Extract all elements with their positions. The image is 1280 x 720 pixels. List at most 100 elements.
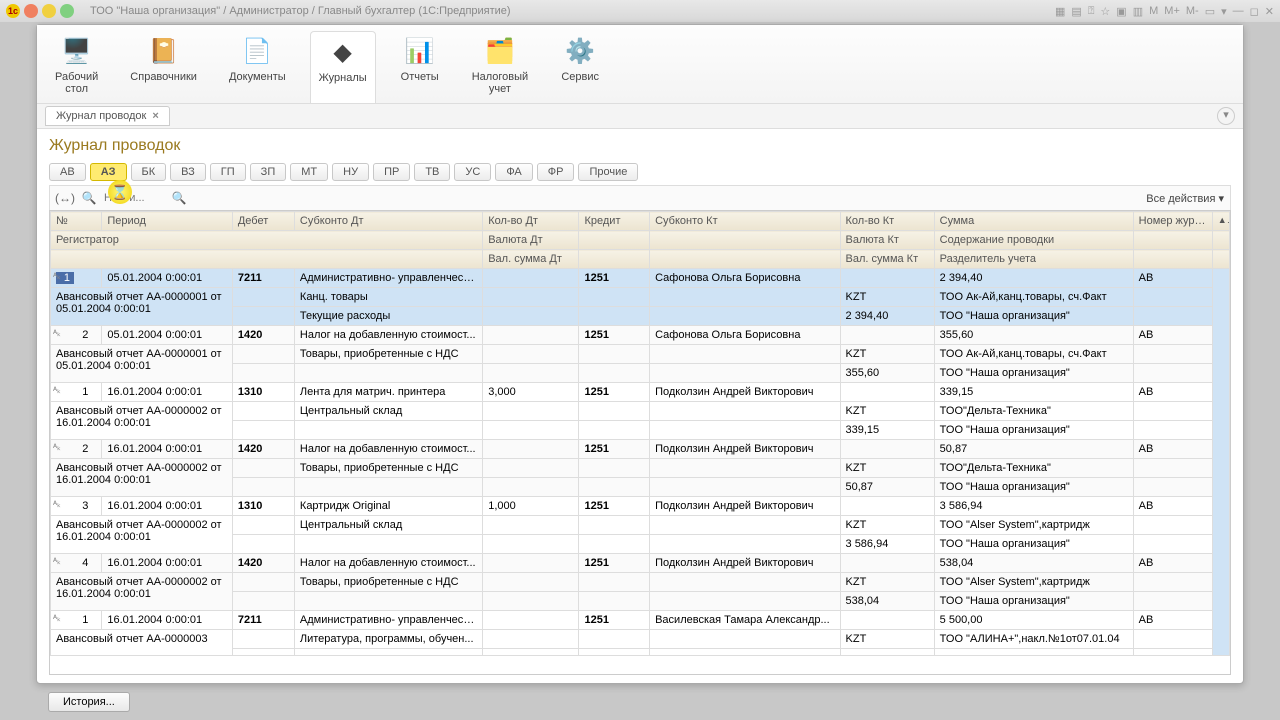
filter-pill[interactable]: ВЗ — [170, 163, 206, 181]
column-header[interactable]: Субконто Дт — [294, 212, 482, 231]
cell-registrator: Авансовый отчет АА-0000002 от 16.01.2004… — [51, 402, 233, 440]
ribbon-item[interactable]: 📊Отчеты — [392, 31, 448, 103]
column-header[interactable]: Субконто Кт — [650, 212, 840, 231]
ribbon-item[interactable]: ◆Журналы — [310, 31, 376, 103]
expand-icon[interactable]: (↔) — [56, 189, 74, 207]
minimize-icon[interactable]: — — [1233, 5, 1244, 17]
table-row[interactable]: Авансовый отчет АА-0000002 от 16.01.2004… — [51, 402, 1230, 421]
cell-sum: ТОО"Дельта-Техника" — [934, 459, 1133, 478]
tb-mminus[interactable]: M- — [1186, 5, 1199, 17]
tb-icon[interactable]: ▣ — [1116, 5, 1126, 18]
column-header[interactable]: Период — [102, 212, 233, 231]
table-row[interactable]: ᴬₖ2 05.01.2004 0:00:01 1420 Налог на доб… — [51, 326, 1230, 345]
filter-pill[interactable]: АВ — [49, 163, 86, 181]
all-actions-button[interactable]: Все действия ▾ — [1146, 192, 1224, 205]
table-row[interactable]: Авансовый отчет АА-0000003 Литература, п… — [51, 630, 1230, 649]
table-row[interactable]: Авансовый отчет АА-0000001 от 05.01.2004… — [51, 345, 1230, 364]
filter-pill[interactable]: ФР — [537, 163, 575, 181]
ribbon-item[interactable]: 🖥️Рабочийстол — [47, 31, 106, 103]
filter-pill[interactable]: ПР — [373, 163, 410, 181]
table-row[interactable]: Авансовый отчет АА-0000002 от 16.01.2004… — [51, 459, 1230, 478]
column-header[interactable]: Вал. сумма Кт — [840, 250, 934, 269]
column-header[interactable]: Валюта Дт — [483, 231, 579, 250]
column-header[interactable]: Сумма — [934, 212, 1133, 231]
tab-journal[interactable]: Журнал проводок × — [45, 106, 170, 126]
window-max-dot[interactable] — [60, 4, 74, 18]
tabs-menu-icon[interactable]: ▾ — [1217, 107, 1235, 125]
tb-m[interactable]: M — [1149, 5, 1158, 17]
search-icon[interactable]: 🔍 — [80, 189, 98, 207]
cell-qty-dt — [483, 288, 579, 307]
column-header[interactable] — [51, 250, 483, 269]
cell-qty-kt: KZT — [840, 345, 934, 364]
cell-sub-dt — [294, 649, 482, 656]
table-row[interactable]: ᴬₖ2 16.01.2004 0:00:01 1420 Налог на доб… — [51, 440, 1230, 459]
tb-icon[interactable]: ▦ — [1055, 5, 1065, 18]
clear-search-icon[interactable]: 🔍 — [170, 189, 188, 207]
column-header[interactable]: Регистратор — [51, 231, 483, 250]
maximize-icon[interactable]: ◻ — [1250, 5, 1259, 18]
table-row[interactable]: Авансовый отчет АА-0000002 от 16.01.2004… — [51, 516, 1230, 535]
column-header[interactable]: Кол-во Дт — [483, 212, 579, 231]
cell-sum: 2 394,40 — [934, 269, 1133, 288]
ribbon-item[interactable]: 📔Справочники — [122, 31, 205, 103]
column-header[interactable]: Номер журнала — [1133, 212, 1212, 231]
close-icon[interactable]: ✕ — [1265, 5, 1274, 18]
table-row[interactable]: ᴬₖ1 16.01.2004 0:00:01 1310 Лента для ма… — [51, 383, 1230, 402]
grid-toolbar: (↔) 🔍 ⌛ 🔍 Все действия ▾ — [49, 185, 1231, 210]
window-close-dot[interactable] — [24, 4, 38, 18]
cell-sum: ТОО"Дельта-Техника" — [934, 402, 1133, 421]
tb-icon[interactable]: ▾ — [1221, 5, 1227, 18]
column-header[interactable]: Валюта Кт — [840, 231, 934, 250]
column-header[interactable] — [650, 231, 840, 250]
column-header[interactable]: Кредит — [579, 212, 650, 231]
tb-icon[interactable]: ▥ — [1133, 5, 1143, 18]
column-header[interactable] — [1133, 231, 1212, 250]
column-header[interactable]: Разделитель учета — [934, 250, 1133, 269]
history-button[interactable]: История... — [48, 692, 130, 712]
table-row[interactable]: ᴬₖ3 16.01.2004 0:00:01 1310 Картридж Ori… — [51, 497, 1230, 516]
column-header[interactable] — [1133, 250, 1212, 269]
filter-pill[interactable]: АЗ — [90, 163, 127, 181]
tb-icon[interactable]: ⍰ — [1088, 5, 1095, 18]
table-row[interactable]: ᴬₖ1 05.01.2004 0:00:01 7211 Администрати… — [51, 269, 1230, 288]
filter-pill[interactable]: Прочие — [578, 163, 638, 181]
column-header[interactable]: Вал. сумма Дт — [483, 250, 579, 269]
cell-sub-kt: Подколзин Андрей Викторович — [650, 383, 840, 402]
row-index: ᴬₖ4 — [51, 554, 102, 573]
filter-pill[interactable]: ЗП — [250, 163, 287, 181]
filter-pill[interactable]: ФА — [495, 163, 532, 181]
tb-mplus[interactable]: M+ — [1164, 5, 1180, 17]
filter-pill[interactable]: БК — [131, 163, 167, 181]
data-grid[interactable]: №ПериодДебетСубконто ДтКол-во ДтКредитСу… — [49, 210, 1231, 675]
filter-pill[interactable]: МТ — [290, 163, 328, 181]
filter-pill[interactable]: ТВ — [414, 163, 450, 181]
column-header[interactable]: Кол-во Кт — [840, 212, 934, 231]
scrollbar[interactable] — [1212, 269, 1229, 656]
column-header[interactable] — [579, 250, 650, 269]
tb-icon[interactable]: ▤ — [1071, 5, 1081, 18]
table-row[interactable]: Авансовый отчет АА-0000002 от 16.01.2004… — [51, 573, 1230, 592]
ribbon-item[interactable]: ⚙️Сервис — [552, 31, 608, 103]
cell-sub-kt — [650, 459, 840, 478]
ribbon-label: Отчеты — [400, 71, 440, 83]
column-header[interactable]: № — [51, 212, 102, 231]
table-row[interactable]: ᴬₖ1 16.01.2004 0:00:01 7211 Администрати… — [51, 611, 1230, 630]
window-min-dot[interactable] — [42, 4, 56, 18]
column-header[interactable] — [579, 231, 650, 250]
ribbon-item[interactable]: 🗂️Налоговыйучет — [464, 31, 537, 103]
ribbon-item[interactable]: 📄Документы — [221, 31, 294, 103]
tb-icon[interactable]: ☆ — [1100, 5, 1110, 18]
column-header[interactable] — [650, 250, 840, 269]
column-header[interactable]: Содержание проводки — [934, 231, 1133, 250]
grid-body[interactable]: ᴬₖ1 05.01.2004 0:00:01 7211 Администрати… — [51, 269, 1230, 656]
filter-pill[interactable]: УС — [454, 163, 491, 181]
os-titlebar: 1c ТОО "Наша организация" / Администрато… — [0, 0, 1280, 22]
tb-icon[interactable]: ▭ — [1205, 5, 1215, 18]
tab-close-icon[interactable]: × — [152, 110, 158, 122]
filter-pill[interactable]: ГП — [210, 163, 246, 181]
filter-pill[interactable]: НУ — [332, 163, 369, 181]
table-row[interactable]: Авансовый отчет АА-0000001 от 05.01.2004… — [51, 288, 1230, 307]
column-header[interactable]: Дебет — [232, 212, 294, 231]
table-row[interactable]: ᴬₖ4 16.01.2004 0:00:01 1420 Налог на доб… — [51, 554, 1230, 573]
